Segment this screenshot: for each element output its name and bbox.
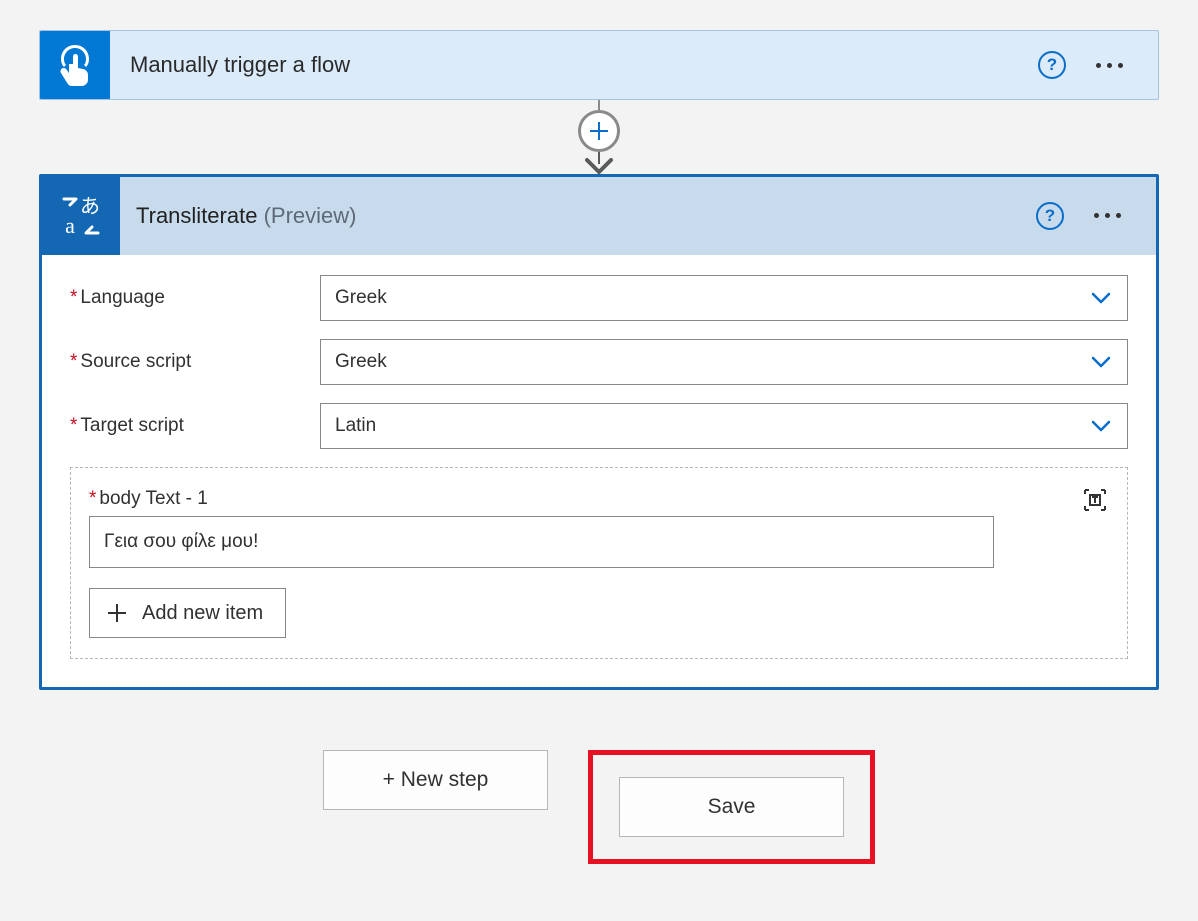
trigger-card[interactable]: Manually trigger a flow ? (39, 30, 1159, 100)
body-text-panel: *body Text - 1 Γεια σου φίλε μου! Add ne… (70, 467, 1128, 659)
connector (0, 100, 1198, 174)
svg-text:あ: あ (80, 196, 100, 218)
save-button[interactable]: Save (619, 777, 844, 837)
add-new-item-button[interactable]: Add new item (89, 588, 286, 638)
switch-mode-icon[interactable] (1081, 486, 1109, 514)
plus-icon (589, 121, 609, 141)
more-menu-icon[interactable] (1096, 55, 1123, 76)
save-highlight: Save (588, 750, 875, 864)
body-text-input[interactable]: Γεια σου φίλε μου! (89, 516, 994, 568)
target-script-select[interactable]: Latin (320, 403, 1128, 449)
chevron-down-icon (1089, 350, 1113, 374)
chevron-down-icon (1089, 286, 1113, 310)
svg-text:a: a (65, 213, 75, 238)
new-step-button[interactable]: + New step (323, 750, 548, 810)
action-title: Transliterate (Preview) (136, 203, 1036, 229)
help-icon[interactable]: ? (1036, 202, 1064, 230)
source-script-select[interactable]: Greek (320, 339, 1128, 385)
target-script-label: *Target script (70, 415, 320, 437)
source-script-label: *Source script (70, 351, 320, 373)
arrow-down-icon (585, 152, 613, 174)
action-card: あ a Transliterate (Preview) ? (39, 174, 1159, 690)
touch-icon (40, 30, 110, 100)
body-text-label: *body Text - 1 (89, 488, 1109, 510)
translate-icon: あ a (42, 177, 120, 255)
preview-label: (Preview) (264, 203, 357, 228)
insert-step-button[interactable] (578, 110, 620, 152)
plus-icon (106, 602, 128, 624)
chevron-down-icon (1089, 414, 1113, 438)
action-header[interactable]: あ a Transliterate (Preview) ? (42, 177, 1156, 255)
trigger-title: Manually trigger a flow (130, 52, 1038, 78)
help-icon[interactable]: ? (1038, 51, 1066, 79)
language-select[interactable]: Greek (320, 275, 1128, 321)
more-menu-icon[interactable] (1094, 205, 1121, 226)
language-label: *Language (70, 287, 320, 309)
